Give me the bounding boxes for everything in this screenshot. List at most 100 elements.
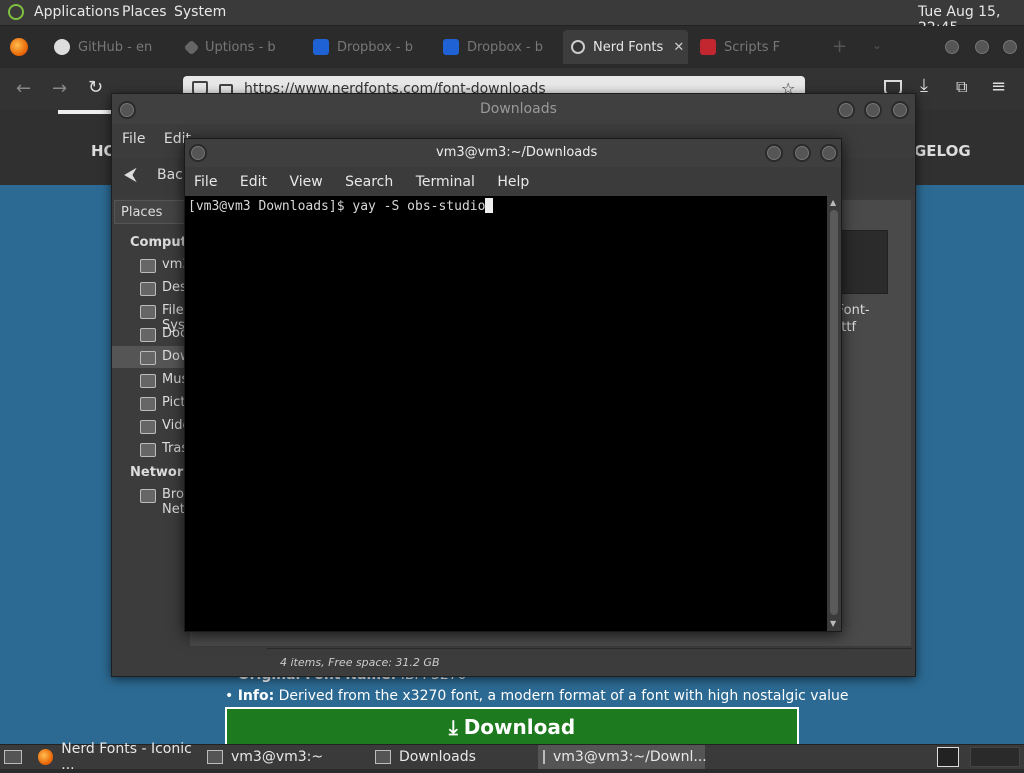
fm-statusbar: 4 items, Free space: 31.2 GB <box>267 648 912 675</box>
back-arrow-icon[interactable]: ⮜ <box>124 164 137 185</box>
font-info-row: • Info: Derived from the x3270 font, a m… <box>225 688 849 704</box>
forward-arrow-icon[interactable]: → <box>52 78 67 99</box>
terminal-minimize-icon[interactable] <box>765 144 783 162</box>
firefox-icon <box>38 749 54 765</box>
info-text: Derived from the x3270 font, a modern fo… <box>278 688 849 704</box>
sidebar-section-computer: Computer <box>130 235 187 250</box>
firefox-icon[interactable] <box>10 38 28 56</box>
browser-maximize-icon[interactable] <box>973 38 991 56</box>
fm-maximize-icon[interactable] <box>864 101 882 119</box>
sidebar-section-network: Network <box>130 465 187 480</box>
browser-minimize-icon[interactable] <box>943 38 961 56</box>
terminal-command-line[interactable]: [vm3@vm3 Downloads]$ yay -S obs-studio <box>188 198 494 214</box>
terminal-scrollbar[interactable]: ▲ ▼ <box>827 196 841 631</box>
terminal-menu-terminal[interactable]: Terminal <box>416 174 475 190</box>
github-icon <box>54 39 70 55</box>
taskbar-item-firefox[interactable]: Nerd Fonts - Iconic ... <box>38 741 203 773</box>
workspace-switcher-2[interactable] <box>970 747 1020 767</box>
terminal-menu-search[interactable]: Search <box>345 174 393 190</box>
dropbox-icon <box>443 39 459 55</box>
fm-menu-icon[interactable] <box>118 101 136 119</box>
new-tab-icon[interactable]: + <box>832 36 847 57</box>
browser-tab-bar: GitHub - en Uptions - b Dropbox - b Drop… <box>0 26 1024 68</box>
fm-sidebar: Computer vm3 Desktop File System Documen… <box>112 226 187 646</box>
tab-dropbox-2[interactable]: Dropbox - b <box>443 30 563 64</box>
fm-minimize-icon[interactable] <box>837 101 855 119</box>
terminal-window: vm3@vm3:~/Downloads File Edit View Searc… <box>184 138 842 632</box>
taskbar-item-terminal-downloads[interactable]: vm3@vm3:~/Downl... <box>538 745 707 769</box>
site-nav-changelog[interactable]: GELOG <box>914 142 971 160</box>
site-nav-underline <box>58 110 118 114</box>
places-menu[interactable]: Places <box>122 4 167 20</box>
fm-menu-file[interactable]: File <box>122 131 145 147</box>
taskbar-item-downloads[interactable]: Downloads <box>375 745 535 769</box>
download-button[interactable]: ⤓ Download <box>225 707 799 745</box>
mate-logo-icon[interactable] <box>8 4 24 20</box>
terminal-screen[interactable]: [vm3@vm3 Downloads]$ yay -S obs-studio <box>185 196 827 631</box>
terminal-menu-view[interactable]: View <box>289 174 322 190</box>
extensions-icon[interactable]: ⧉ <box>956 77 967 97</box>
puzzle-icon <box>183 39 200 55</box>
fm-menubar: File Edit <box>122 131 191 147</box>
terminal-icon <box>543 750 545 764</box>
terminal-command: yay -S obs-studio <box>352 199 486 214</box>
system-menu[interactable]: System <box>174 4 226 20</box>
terminal-menu-file[interactable]: File <box>194 174 217 190</box>
terminal-menu-icon[interactable] <box>189 144 207 162</box>
tab-scripts[interactable]: Scripts F <box>700 30 820 64</box>
hamburger-menu-icon[interactable]: ≡ <box>991 76 1006 97</box>
terminal-title: vm3@vm3:~/Downloads <box>436 145 598 160</box>
scroll-down-icon[interactable]: ▼ <box>830 619 836 628</box>
show-desktop-icon[interactable] <box>4 750 22 764</box>
close-tab-icon[interactable]: ✕ <box>673 40 684 55</box>
pictures-folder-icon <box>140 397 156 411</box>
terminal-maximize-icon[interactable] <box>793 144 811 162</box>
terminal-menu-help[interactable]: Help <box>497 174 529 190</box>
taskbar: Nerd Fonts - Iconic ... vm3@vm3:~ Downlo… <box>0 741 1024 773</box>
terminal-titlebar[interactable]: vm3@vm3:~/Downloads <box>185 139 841 167</box>
videos-folder-icon <box>140 420 156 434</box>
terminal-prompt: [vm3@vm3 Downloads]$ <box>188 199 353 214</box>
folder-icon <box>375 750 391 764</box>
places-label: Places <box>121 205 163 220</box>
terminal-menu-edit[interactable]: Edit <box>240 174 267 190</box>
desktop-folder-icon <box>140 282 156 296</box>
home-folder-icon <box>140 259 156 273</box>
trash-icon <box>140 443 156 457</box>
downloads-folder-icon <box>140 351 156 365</box>
browser-close-icon[interactable] <box>1001 38 1019 56</box>
terminal-cursor <box>485 198 494 213</box>
fm-title: Downloads <box>480 101 557 117</box>
workspace-switcher[interactable] <box>937 747 959 767</box>
applications-menu[interactable]: Applications <box>34 4 120 20</box>
terminal-menubar: File Edit View Search Terminal Help <box>194 174 529 190</box>
scripts-icon <box>700 39 716 55</box>
file-system-icon <box>140 305 156 319</box>
top-panel: Applications Places System Tue Aug 15, 2… <box>0 0 1024 36</box>
tab-dropbox-1[interactable]: Dropbox - b <box>313 30 433 64</box>
scroll-up-icon[interactable]: ▲ <box>830 198 836 207</box>
tab-list-chevron-icon[interactable]: ⌄ <box>872 38 882 52</box>
tab-github[interactable]: GitHub - en <box>54 30 174 64</box>
info-label: Info: <box>237 688 275 704</box>
fm-titlebar[interactable]: Downloads <box>112 94 915 124</box>
scrollbar-thumb[interactable] <box>830 210 838 615</box>
reload-icon[interactable]: ↻ <box>88 77 103 98</box>
tab-uptions[interactable]: Uptions - b <box>183 30 306 64</box>
nerd-fonts-icon <box>571 40 585 54</box>
fm-places-header[interactable]: Places <box>114 200 189 224</box>
fm-status-text: 4 items, Free space: 31.2 GB <box>280 656 440 669</box>
terminal-close-icon[interactable] <box>820 144 838 162</box>
back-arrow-icon[interactable]: ← <box>16 78 31 99</box>
download-icon[interactable]: ⤓ <box>920 75 928 96</box>
terminal-icon <box>207 750 223 764</box>
taskbar-item-terminal-home[interactable]: vm3@vm3:~ <box>207 745 367 769</box>
dropbox-icon <box>313 39 329 55</box>
tab-nerd-fonts[interactable]: Nerd Fonts ✕ <box>563 30 688 64</box>
fm-close-icon[interactable] <box>891 101 909 119</box>
documents-folder-icon <box>140 328 156 342</box>
download-icon: ⤓ <box>448 715 458 739</box>
music-folder-icon <box>140 374 156 388</box>
network-icon <box>140 489 156 503</box>
font-file-icon[interactable] <box>834 230 888 294</box>
